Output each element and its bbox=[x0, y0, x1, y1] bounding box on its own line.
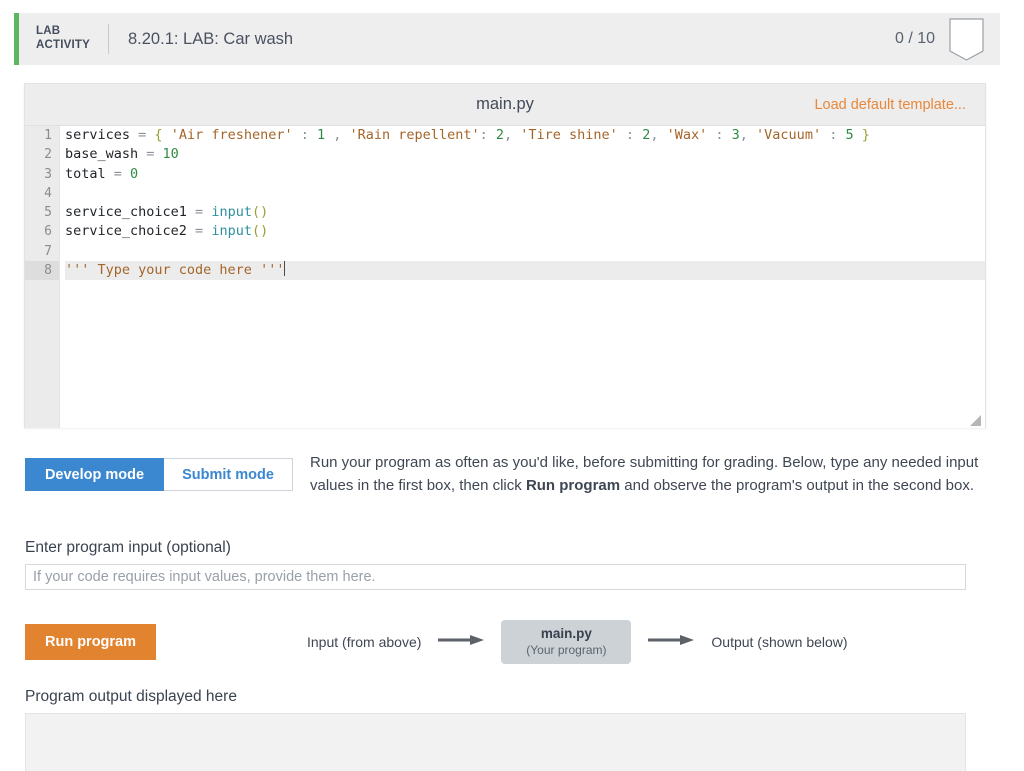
line-number: 5 bbox=[44, 205, 52, 221]
code-line[interactable] bbox=[65, 242, 985, 261]
program-output-label: Program output displayed here bbox=[25, 688, 237, 705]
editor-toolbar: main.py Load default template... bbox=[25, 84, 985, 126]
code-token: : bbox=[829, 127, 846, 143]
line-number-empty bbox=[25, 300, 59, 319]
code-token: base_wash bbox=[65, 146, 147, 163]
code-line[interactable]: service_choice2 = input() bbox=[65, 222, 985, 241]
code-token: : bbox=[625, 127, 643, 143]
code-token: input bbox=[211, 204, 252, 221]
code-line[interactable]: ''' Type your code here ''' bbox=[65, 261, 985, 281]
code-line[interactable]: base_wash = 10 bbox=[65, 145, 985, 164]
code-token: services bbox=[65, 127, 139, 143]
code-token: () bbox=[251, 223, 269, 240]
submit-mode-button[interactable]: Submit mode bbox=[164, 458, 293, 491]
lab-activity-header: LAB ACTIVITY 8.20.1: LAB: Car wash 0 / 1… bbox=[14, 13, 1000, 65]
code-token: 'Air freshener' bbox=[170, 127, 301, 143]
editor-filename: main.py bbox=[476, 95, 534, 113]
instructions-part-2: and observe the program's output in the … bbox=[620, 476, 975, 494]
code-token: ''' Type your code here ''' bbox=[65, 262, 285, 279]
code-token: , bbox=[503, 127, 521, 143]
code-line[interactable]: services = { 'Air freshener' : 1 , 'Rain… bbox=[65, 126, 985, 145]
code-token: : bbox=[300, 127, 317, 143]
program-box-title: main.py bbox=[540, 626, 592, 642]
code-token: { bbox=[154, 127, 171, 143]
code-line[interactable] bbox=[65, 184, 985, 203]
code-token: 'Wax' bbox=[666, 127, 716, 143]
run-program-button[interactable]: Run program bbox=[25, 624, 156, 660]
code-token: 1 bbox=[317, 127, 334, 143]
flow-input-label: Input (from above) bbox=[307, 634, 422, 650]
program-box: main.py (Your program) bbox=[501, 620, 632, 664]
code-token: 2 bbox=[495, 127, 504, 143]
code-token: 5 bbox=[845, 127, 862, 143]
code-token: , bbox=[650, 127, 667, 143]
code-token: , bbox=[333, 127, 350, 143]
line-number: 4 bbox=[44, 185, 52, 201]
code-area[interactable]: 1 2 3 4 5 6 7 8 services = { 'Air freshener' : … bbox=[25, 126, 985, 428]
code-token: = bbox=[113, 165, 131, 182]
program-input-label: Enter program input (optional) bbox=[25, 539, 231, 556]
develop-mode-button[interactable]: Develop mode bbox=[25, 458, 164, 491]
line-number-empty bbox=[25, 377, 59, 396]
right-arrow-icon bbox=[648, 633, 695, 652]
code-token: 'Vacuum' bbox=[756, 127, 830, 143]
line-number-empty bbox=[25, 396, 59, 415]
right-arrow-icon bbox=[438, 633, 485, 652]
line-number-empty bbox=[25, 358, 59, 377]
code-token: : bbox=[715, 127, 732, 143]
code-line[interactable]: service_choice1 = input() bbox=[65, 203, 985, 222]
text-cursor bbox=[284, 261, 286, 277]
program-output-box bbox=[25, 713, 966, 771]
bookmark-icon[interactable] bbox=[949, 17, 984, 61]
code-token: = bbox=[195, 204, 212, 221]
code-token: input bbox=[211, 223, 252, 240]
line-number: 3 bbox=[44, 166, 52, 182]
code-token: total bbox=[65, 165, 114, 182]
code-token: , bbox=[739, 127, 757, 143]
line-number-empty bbox=[25, 319, 59, 338]
resize-grip-icon[interactable] bbox=[970, 413, 981, 426]
line-number-gutter: 1 2 3 4 5 6 7 8 bbox=[25, 126, 60, 428]
line-number-empty bbox=[25, 338, 59, 357]
code-token: = bbox=[138, 127, 155, 143]
lab-activity-badge: LAB ACTIVITY bbox=[36, 25, 90, 51]
code-token: = bbox=[146, 146, 163, 163]
code-token: 'Rain repellent' bbox=[349, 127, 480, 143]
mode-toggle-group[interactable]: Develop mode Submit mode bbox=[25, 458, 293, 491]
load-default-template-link[interactable]: Load default template... bbox=[814, 97, 966, 113]
score-display: 0 / 10 bbox=[894, 30, 935, 47]
line-number: 8 bbox=[25, 261, 59, 281]
code-token: () bbox=[251, 204, 269, 221]
code-token: 10 bbox=[162, 146, 179, 163]
line-number: 7 bbox=[44, 243, 52, 259]
instructions-text: Run your program as often as you'd like,… bbox=[310, 452, 982, 497]
code-content[interactable]: services = { 'Air freshener' : 1 , 'Rain… bbox=[60, 126, 985, 428]
program-box-subtitle: (Your program) bbox=[526, 642, 607, 657]
program-flow-diagram: Input (from above) main.py (Your program… bbox=[307, 620, 848, 664]
program-input-field[interactable] bbox=[25, 564, 966, 590]
line-number: 1 bbox=[44, 128, 52, 143]
page-title: 8.20.1: LAB: Car wash bbox=[128, 29, 294, 48]
line-number-empty bbox=[25, 280, 59, 299]
code-token: service_choice1 bbox=[65, 204, 196, 221]
line-number: 6 bbox=[44, 224, 52, 240]
code-line[interactable]: total = 0 bbox=[65, 165, 985, 184]
code-token: 0 bbox=[130, 165, 139, 182]
code-token: 'Tire shine' bbox=[520, 127, 626, 143]
code-token: service_choice2 bbox=[65, 223, 196, 240]
instructions-bold-run-program: Run program bbox=[525, 476, 621, 494]
code-token: 3 bbox=[731, 127, 740, 143]
code-token: = bbox=[195, 223, 212, 240]
flow-output-label: Output (shown below) bbox=[711, 634, 848, 650]
code-token: } bbox=[861, 127, 870, 143]
line-number: 2 bbox=[44, 147, 52, 163]
code-editor-card: main.py Load default template... 1 2 3 4 5 6 7… bbox=[24, 83, 986, 428]
code-token: : bbox=[479, 127, 496, 143]
